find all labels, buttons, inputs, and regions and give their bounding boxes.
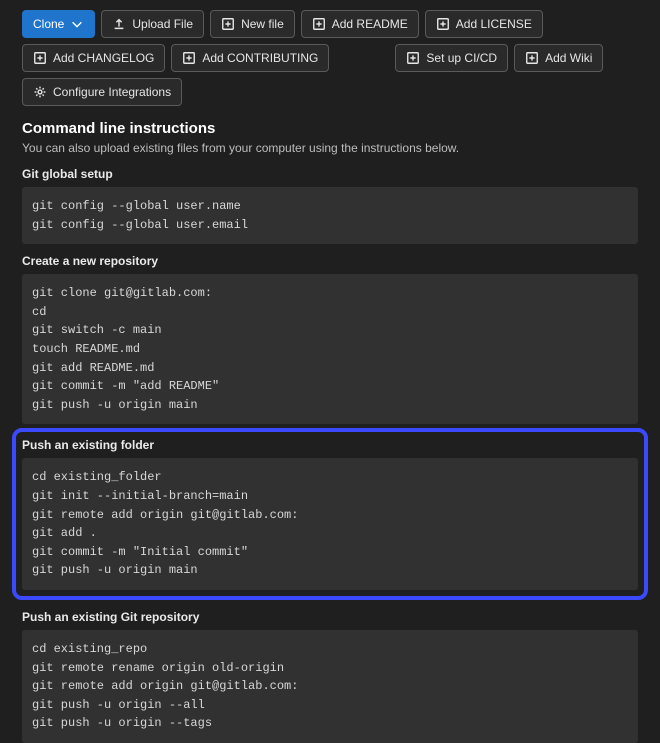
push-folder-heading: Push an existing folder bbox=[22, 438, 638, 452]
cli-description: You can also upload existing files from … bbox=[22, 141, 638, 155]
add-license-button[interactable]: Add LICENSE bbox=[425, 10, 543, 38]
gear-icon bbox=[33, 85, 47, 99]
clone-label: Clone bbox=[33, 15, 64, 33]
push-folder-code[interactable]: cd existing_folder git init --initial-br… bbox=[22, 458, 638, 590]
clone-button[interactable]: Clone bbox=[22, 10, 95, 38]
add-changelog-label: Add CHANGELOG bbox=[53, 49, 154, 67]
create-repo-heading: Create a new repository bbox=[22, 254, 638, 268]
global-setup-code[interactable]: git config --global user.name git config… bbox=[22, 187, 638, 244]
plus-box-icon bbox=[406, 51, 420, 65]
add-contributing-label: Add CONTRIBUTING bbox=[202, 49, 318, 67]
add-readme-label: Add README bbox=[332, 15, 408, 33]
add-readme-button[interactable]: Add README bbox=[301, 10, 419, 38]
add-changelog-button[interactable]: Add CHANGELOG bbox=[22, 44, 165, 72]
add-license-label: Add LICENSE bbox=[456, 15, 532, 33]
setup-cicd-label: Set up CI/CD bbox=[426, 49, 497, 67]
new-file-button[interactable]: New file bbox=[210, 10, 295, 38]
global-setup-heading: Git global setup bbox=[22, 167, 638, 181]
plus-box-icon bbox=[33, 51, 47, 65]
plus-box-icon bbox=[182, 51, 196, 65]
configure-integrations-label: Configure Integrations bbox=[53, 83, 171, 101]
upload-file-button[interactable]: Upload File bbox=[101, 10, 204, 38]
plus-box-icon bbox=[312, 17, 326, 31]
add-contributing-button[interactable]: Add CONTRIBUTING bbox=[171, 44, 329, 72]
cli-title: Command line instructions bbox=[22, 120, 638, 137]
chevron-down-icon bbox=[70, 17, 84, 31]
plus-box-icon bbox=[525, 51, 539, 65]
setup-cicd-button[interactable]: Set up CI/CD bbox=[395, 44, 508, 72]
new-file-label: New file bbox=[241, 15, 284, 33]
add-wiki-label: Add Wiki bbox=[545, 49, 592, 67]
action-toolbar: Clone Upload File New file Add README Ad… bbox=[22, 10, 638, 106]
plus-box-icon bbox=[221, 17, 235, 31]
configure-integrations-button[interactable]: Configure Integrations bbox=[22, 78, 182, 106]
push-repo-code[interactable]: cd existing_repo git remote rename origi… bbox=[22, 630, 638, 743]
push-folder-highlight: Push an existing folder cd existing_fold… bbox=[12, 428, 648, 600]
plus-box-icon bbox=[436, 17, 450, 31]
add-wiki-button[interactable]: Add Wiki bbox=[514, 44, 603, 72]
upload-file-label: Upload File bbox=[132, 15, 193, 33]
upload-icon bbox=[112, 17, 126, 31]
push-repo-heading: Push an existing Git repository bbox=[22, 610, 638, 624]
create-repo-code[interactable]: git clone git@gitlab.com: cd git switch … bbox=[22, 274, 638, 424]
